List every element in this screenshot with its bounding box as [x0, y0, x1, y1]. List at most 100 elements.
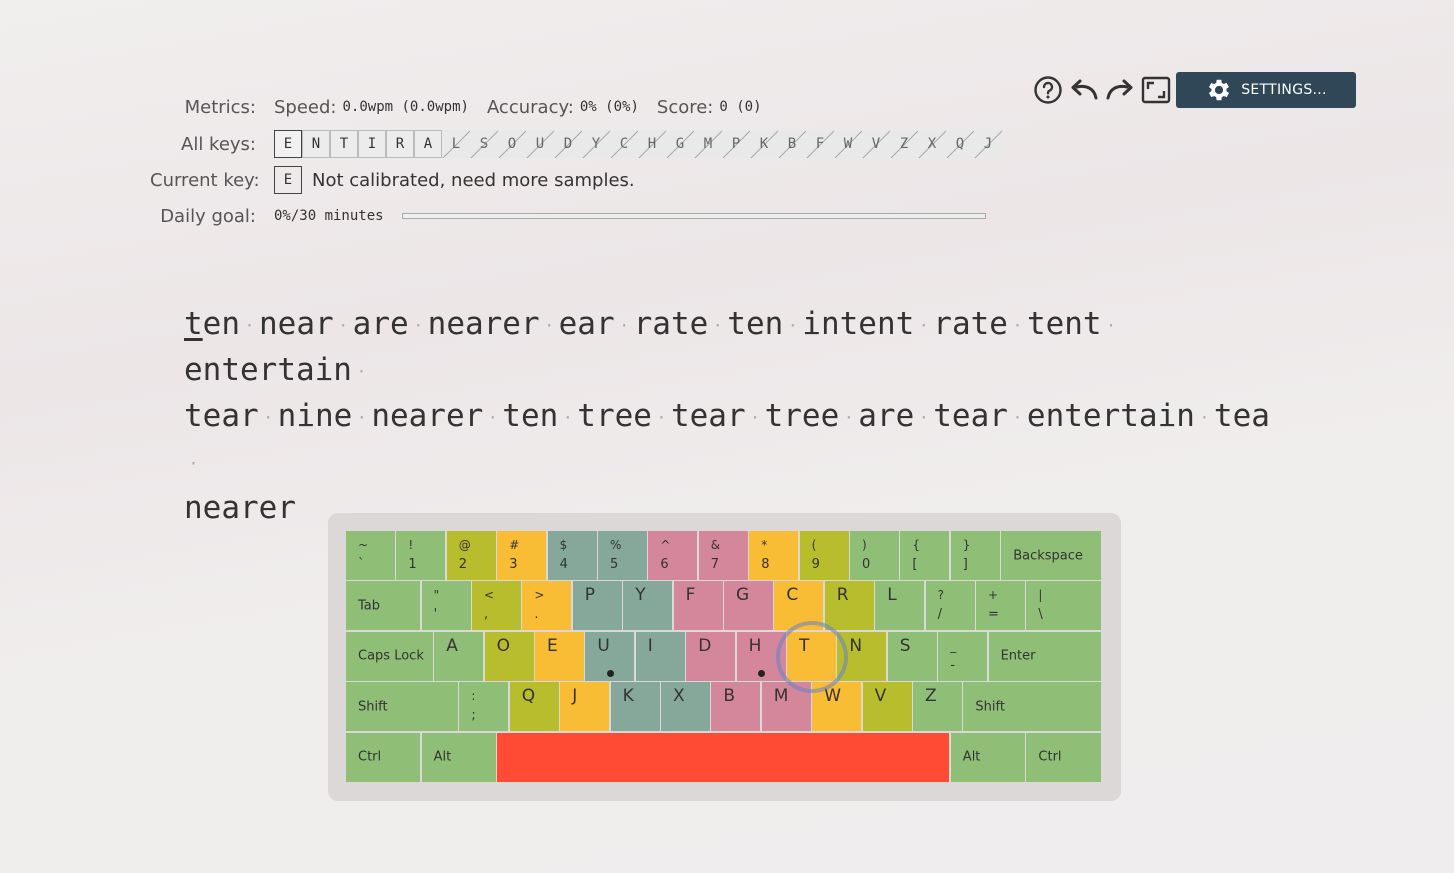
key-alt[interactable]: Alt — [950, 732, 1025, 782]
practice-text[interactable]: ten · near · are · nearer · ear · rate · ten · intent ·… — [184, 302, 1274, 531]
key-u[interactable]: U — [585, 631, 635, 681]
key-space[interactable] — [497, 732, 950, 782]
key-4[interactable]: $4 — [547, 531, 597, 580]
key-\[interactable]: | \ — [1026, 581, 1101, 631]
key-chip-l-locked[interactable]: L — [442, 130, 470, 158]
key-8[interactable]: * 8 — [749, 531, 799, 580]
settings-label: SETTINGS... — [1241, 82, 1327, 98]
key-chip-q-locked[interactable]: Q — [946, 130, 974, 158]
key-base-symbol: 3 — [509, 557, 518, 572]
key-chip-j-locked[interactable]: J — [974, 130, 1002, 158]
key-chip-g-locked[interactable]: G — [666, 130, 694, 158]
key-chip-k-locked[interactable]: K — [750, 130, 778, 158]
key-e[interactable]: E — [535, 631, 584, 681]
key-chip-w-locked[interactable]: W — [834, 130, 862, 158]
key-o[interactable]: O — [484, 631, 534, 681]
key-chip-x-locked[interactable]: X — [918, 130, 946, 158]
key-t[interactable]: T — [787, 631, 836, 681]
key-0[interactable]: ) 0 — [850, 531, 899, 580]
key-y[interactable]: Y — [623, 581, 673, 631]
score-label: Score: — [656, 96, 714, 118]
settings-button[interactable]: SETTINGS... — [1176, 72, 1356, 108]
key-x[interactable]: X — [661, 682, 710, 732]
key-3[interactable]: #3 — [497, 531, 547, 580]
key-.[interactable]: >. — [522, 581, 572, 631]
key-d[interactable]: D — [686, 631, 736, 681]
key-alt[interactable]: Alt — [421, 732, 496, 782]
key-q[interactable]: Q — [509, 682, 559, 732]
key-1[interactable]: ! 1 — [396, 531, 446, 580]
key-w[interactable]: W — [812, 682, 862, 732]
key-z[interactable]: Z — [913, 682, 962, 732]
key-ctrl[interactable]: Ctrl — [346, 732, 421, 782]
fullscreen-icon[interactable] — [1140, 72, 1172, 108]
key-][interactable]: }] — [950, 531, 1000, 580]
key-chip-t[interactable]: T — [330, 130, 358, 158]
key-p[interactable]: P — [572, 581, 622, 631]
key-chip-a[interactable]: A — [414, 130, 442, 158]
key-chip-o-locked[interactable]: O — [498, 130, 526, 158]
key-h[interactable]: H — [736, 631, 786, 681]
key-g[interactable]: G — [724, 581, 773, 631]
key-=[interactable]: + = — [976, 581, 1025, 631]
key-7[interactable]: & 7 — [698, 531, 748, 580]
space-marker: · — [263, 408, 273, 427]
all-keys-list: ENTIRALSOUDYCHGMPKBFWVZXQJ — [274, 130, 1002, 158]
key-chip-n[interactable]: N — [302, 130, 330, 158]
key-chip-z-locked[interactable]: Z — [890, 130, 918, 158]
key-chip-b-locked[interactable]: B — [778, 130, 806, 158]
key-chip-i[interactable]: I — [358, 130, 386, 158]
key-caps-lock[interactable]: Caps Lock — [346, 631, 433, 681]
key-ctrl[interactable]: Ctrl — [1026, 732, 1101, 782]
key-chip-v-locked[interactable]: V — [862, 130, 890, 158]
key-2[interactable]: @2 — [446, 531, 496, 580]
key-6[interactable]: ^ 6 — [648, 531, 698, 580]
key-f[interactable]: F — [673, 581, 723, 631]
redo-icon[interactable] — [1104, 72, 1136, 108]
key-chip-f-locked[interactable]: F — [806, 130, 834, 158]
key-a[interactable]: A — [434, 631, 484, 681]
key--[interactable]: _ - — [938, 631, 988, 681]
key-chip-e[interactable]: E — [274, 130, 302, 158]
key-n[interactable]: N — [837, 631, 887, 681]
key-l[interactable]: L — [875, 581, 925, 631]
key-backspace[interactable]: Backspace — [1001, 531, 1101, 580]
key-chip-c-locked[interactable]: C — [610, 130, 638, 158]
key-base-symbol: 0 — [862, 557, 871, 572]
key-chip-m-locked[interactable]: M — [694, 130, 722, 158]
key-b[interactable]: B — [711, 682, 761, 732]
key-,[interactable]: <, — [472, 581, 521, 631]
key-chip-u-locked[interactable]: U — [526, 130, 554, 158]
practice-word: near — [259, 306, 334, 342]
help-circle-icon[interactable] — [1032, 72, 1064, 108]
key-v[interactable]: V — [862, 682, 912, 732]
key-chip-h-locked[interactable]: H — [638, 130, 666, 158]
key-c[interactable]: C — [774, 581, 824, 631]
key-`[interactable]: ~ ` — [346, 531, 395, 580]
key-chip-s-locked[interactable]: S — [470, 130, 498, 158]
space-marker: · — [1012, 316, 1023, 335]
key-r[interactable]: R — [824, 581, 874, 631]
key-/[interactable]: ? / — [925, 581, 975, 631]
key-[[interactable]: {[ — [900, 531, 950, 580]
key-i[interactable]: I — [635, 631, 685, 681]
undo-icon[interactable] — [1068, 72, 1100, 108]
key-k[interactable]: K — [610, 682, 660, 732]
key-label: Alt — [962, 749, 981, 765]
key-enter[interactable]: Enter — [988, 631, 1101, 681]
key-5[interactable]: % 5 — [598, 531, 647, 580]
key-tab[interactable]: Tab — [346, 581, 421, 631]
key-j[interactable]: J — [560, 682, 610, 732]
key-chip-r[interactable]: R — [386, 130, 414, 158]
key-label: Ctrl — [1038, 749, 1062, 765]
key-9[interactable]: (9 — [799, 531, 849, 580]
key-chip-y-locked[interactable]: Y — [582, 130, 610, 158]
key-;[interactable]: :; — [459, 682, 509, 732]
key-s[interactable]: S — [887, 631, 937, 681]
key-m[interactable]: M — [761, 682, 811, 732]
key-chip-d-locked[interactable]: D — [554, 130, 582, 158]
key-shift[interactable]: Shift — [346, 682, 458, 732]
key-chip-p-locked[interactable]: P — [722, 130, 750, 158]
key-'[interactable]: " ' — [421, 581, 471, 631]
key-shift[interactable]: Shift — [963, 682, 1101, 732]
